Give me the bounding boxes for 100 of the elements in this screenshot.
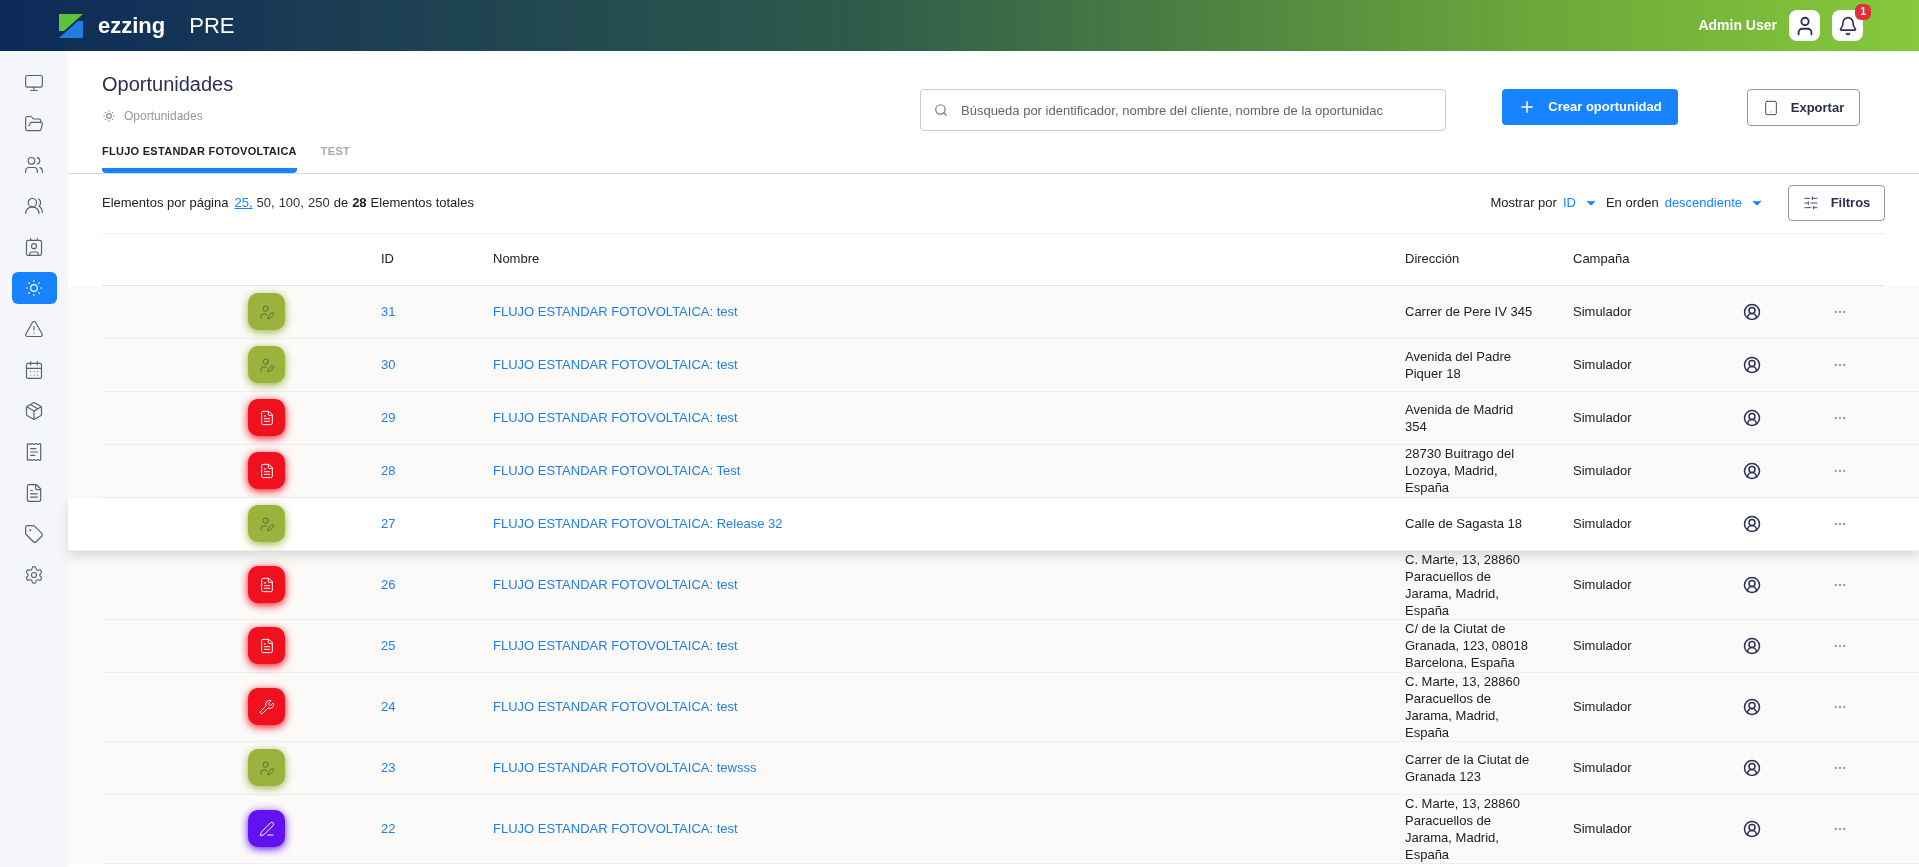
campaign-cell-text: Simulador [1573,355,1633,374]
id-link[interactable]: 29 [381,407,493,428]
table-row[interactable]: 22 FLUJO ESTANDAR FOTOVOLTAICA: test C. Marte, 13, 28860 Paracuellos de Jarama, Madrid, España Simulador [102,794,1919,864]
name-link[interactable]: FLUJO ESTANDAR FOTOVOLTAICA: test [493,574,1405,595]
user-icon[interactable] [1743,758,1761,777]
invoice-icon [24,442,44,462]
table-row[interactable]: 23 FLUJO ESTANDAR FOTOVOLTAICA: tewsss Carrer de la Ciutat de Granada 123 Simulador [102,741,1919,795]
address-cell-text: Calle de Sagasta 18 [1405,515,1524,532]
address-cell-text: 28730 Buitrago del Lozoya, Madrid, España [1405,445,1516,496]
warning-icon [24,319,44,339]
tab[interactable]: FLUJO ESTANDAR FOTOVOLTAICA [102,143,297,173]
create-button[interactable]: Crear oportunidad [1502,89,1678,125]
campaign-cell-text: Simulador [1573,302,1633,321]
address-cell-text: C. Marte, 13, 28860 Paracuellos de Jarama, Madrid, España [1405,794,1521,863]
user-icon[interactable] [1743,819,1761,838]
column-header: ID [381,250,395,269]
folder-icon [24,114,44,134]
group-icon [24,237,44,257]
name-link[interactable]: FLUJO ESTANDAR FOTOVOLTAICA: test [493,696,1405,717]
table-row[interactable]: 25 FLUJO ESTANDAR FOTOVOLTAICA: test C/ de la Ciutat de Granada, 123, 08018 Barcelona, España Simulador [102,619,1919,673]
sidebar-item[interactable] [11,272,57,304]
notification-badge: 1 [1855,4,1871,20]
per-page-label: Elementos por página [102,194,229,213]
table-row[interactable]: 28 FLUJO ESTANDAR FOTOVOLTAICA: Test 28730 Buitrago del Lozoya, Madrid, España Simulador [102,444,1919,498]
total-count: 28 [352,194,367,213]
table-row[interactable]: 30 FLUJO ESTANDAR FOTOVOLTAICA: test Avenida del Padre Piquer 18 Simulador [102,338,1919,392]
user-icon[interactable] [1743,461,1761,480]
page-size-link[interactable]: 50, [256,193,275,213]
campaign-cell-text: Simulador [1573,636,1633,655]
name-link[interactable]: FLUJO ESTANDAR FOTOVOLTAICA: test [493,301,1405,322]
id-link[interactable]: 28 [381,460,493,481]
tools-icon [258,698,275,715]
campaign-cell-text: Simulador [1573,514,1633,533]
user-name: Admin User [1698,16,1777,35]
name-link[interactable]: FLUJO ESTANDAR FOTOVOLTAICA: test [493,407,1405,428]
column-header: Dirección [1405,250,1461,269]
filters-button[interactable]: Filtros [1788,185,1885,221]
name-link[interactable]: FLUJO ESTANDAR FOTOVOLTAICA: test [493,635,1405,656]
name-link[interactable]: FLUJO ESTANDAR FOTOVOLTAICA: test [493,818,1405,839]
total-label: Elementos totales [370,194,474,213]
user-icon[interactable] [1743,575,1761,594]
id-link[interactable]: 31 [381,301,493,322]
table-row[interactable]: 26 FLUJO ESTANDAR FOTOVOLTAICA: test C. Marte, 13, 28860 Paracuellos de Jarama, Madrid, España Simulador [102,550,1919,620]
table-row[interactable]: 31 FLUJO ESTANDAR FOTOVOLTAICA: test Carrer de Pere IV 345 Simulador [102,285,1919,339]
address-cell-text: C. Marte, 13, 28860 Paracuellos de Jarama, Madrid, España [1405,672,1521,741]
id-link[interactable]: 25 [381,635,493,656]
tag-icon [24,524,44,544]
campaign-cell-text: Simulador [1573,697,1633,716]
export-button[interactable]: Exportar [1747,89,1860,126]
order-dropdown[interactable]: descendiente [1664,193,1764,213]
user-icon[interactable] [1743,302,1761,321]
show-by-label: Mostrar por [1490,194,1557,213]
user-edit-icon [258,356,275,373]
address-cell-text: C/ de la Ciutat de Granada, 123, 08018 Barcelona, España [1405,620,1529,671]
notifications-button[interactable] [1832,10,1863,41]
column-header: Nombre [493,250,541,269]
campaign-cell-text: Simulador [1573,461,1633,480]
user-icon[interactable] [1743,636,1761,655]
user-edit-icon [258,759,275,776]
id-link[interactable]: 24 [381,696,493,717]
address-cell-text: Avenida del Padre Piquer 18 [1405,347,1512,382]
search-field[interactable]: Búsqueda por identificador, nombre del cliente, nombre de la oportunidac [920,89,1446,131]
name-link[interactable]: FLUJO ESTANDAR FOTOVOLTAICA: tewsss [493,757,1405,778]
page-size-link[interactable]: 100, [278,193,304,213]
box-icon [24,401,44,421]
profile-button[interactable] [1789,10,1820,41]
id-link[interactable]: 27 [381,513,493,534]
show-by-dropdown[interactable]: ID [1562,193,1598,213]
user-icon[interactable] [1743,355,1761,374]
user-icon[interactable] [1743,697,1761,716]
table-row[interactable]: 24 FLUJO ESTANDAR FOTOVOLTAICA: test C. Marte, 13, 28860 Paracuellos de Jarama, Madrid, España Simulador [102,672,1919,742]
campaign-cell-text: Simulador [1573,758,1633,777]
campaign-cell-text: Simulador [1573,408,1633,427]
user-icon[interactable] [1743,514,1761,533]
id-link[interactable]: 22 [381,818,493,839]
pen-icon [258,820,275,837]
name-link[interactable]: FLUJO ESTANDAR FOTOVOLTAICA: Test [493,460,1405,481]
id-link[interactable]: 30 [381,354,493,375]
user-edit-icon [258,303,275,320]
monitor-icon [24,73,44,93]
logo-text: ezzing [98,12,166,40]
table-row[interactable]: 29 FLUJO ESTANDAR FOTOVOLTAICA: test Avenida de Madrid 354 Simulador [102,391,1919,445]
users-icon [24,155,44,175]
name-link[interactable]: FLUJO ESTANDAR FOTOVOLTAICA: test [493,354,1405,375]
user-icon[interactable] [1743,408,1761,427]
of-label: de [333,194,349,213]
id-link[interactable]: 26 [381,574,493,595]
page-size-link[interactable]: 25, [234,193,253,213]
filters-icon [1802,195,1819,211]
address-cell-text: C. Marte, 13, 28860 Paracuellos de Jarama, Madrid, España [1405,550,1521,619]
search-icon [934,103,948,117]
user-edit-icon [258,515,275,532]
table-row[interactable]: 27 FLUJO ESTANDAR FOTOVOLTAICA: Release 32 Calle de Sagasta 18 Simulador [68,497,1919,551]
breadcrumb: Oportunidades [124,108,203,125]
tab[interactable]: TEST [320,143,351,173]
page-size-link[interactable]: 250 [307,193,330,213]
page-title: Oportunidades [102,72,234,97]
column-header: Campaña [1573,250,1630,269]
name-link[interactable]: FLUJO ESTANDAR FOTOVOLTAICA: Release 32 [493,513,1405,534]
id-link[interactable]: 23 [381,757,493,778]
